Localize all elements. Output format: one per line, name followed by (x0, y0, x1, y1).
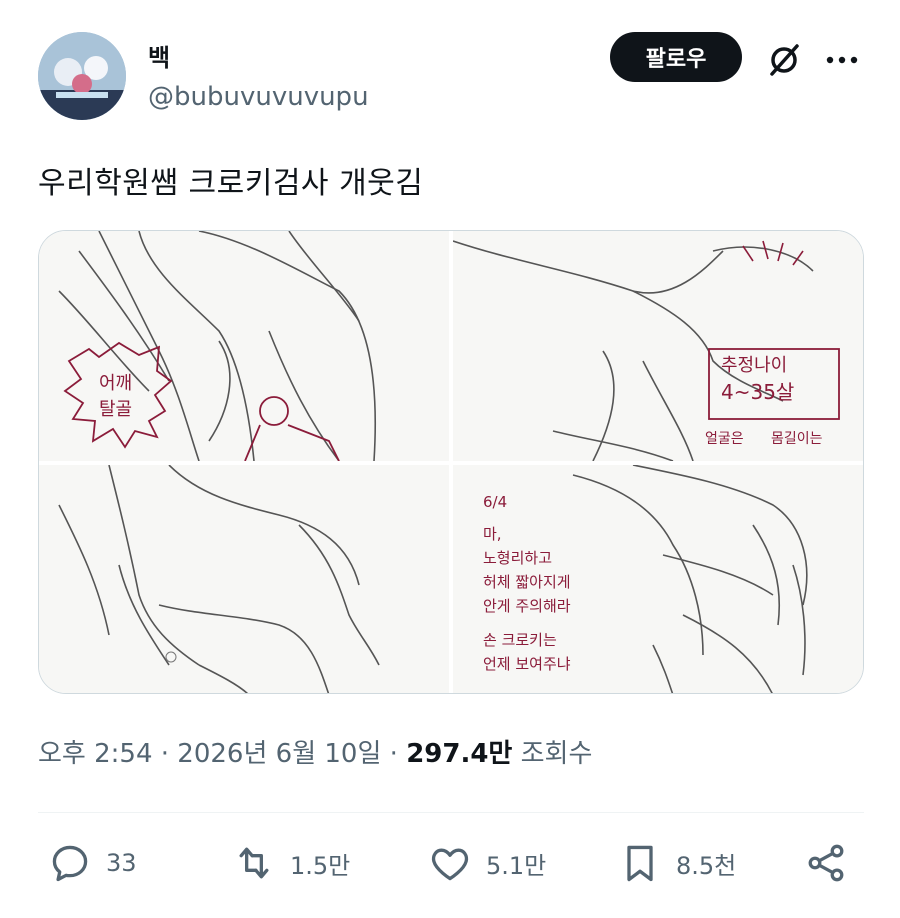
annotation-text: 추정나이 (721, 355, 787, 376)
annotation-text: 탈골 (99, 399, 132, 420)
bookmark-icon (627, 845, 653, 882)
sketch-sitting-drawing (58, 465, 380, 693)
like-count: 5.1만 (486, 851, 547, 880)
media-panel-2[interactable]: 추정나이 4~35살 얼굴은 몸길이는 (453, 231, 863, 461)
annotation-text: 언제 보여주냐 (483, 655, 571, 673)
grok-icon[interactable] (764, 40, 804, 80)
tweet-meta: 오후 2:54 · 2026년 6월 10일 · 297.4만 조회수 (38, 733, 592, 770)
sketch-crouching-drawing: 6/4 마, 노형리하고 허체 짧아지게 안게 주의해라 손 크로키는 언제 보… (483, 465, 808, 693)
sketch-leaning-drawing: 추정나이 4~35살 얼굴은 몸길이는 (453, 240, 840, 461)
annotation-text: 몸길이는 (771, 431, 823, 447)
media-panel-3[interactable] (39, 465, 449, 693)
divider (38, 812, 864, 813)
annotation-text: 손 크로키는 (483, 631, 557, 649)
user-handle[interactable]: @bubuvuvuvupu (148, 82, 369, 112)
media-panel-1[interactable]: 어깨 탈골 (39, 231, 449, 461)
annotation-text: 허체 짧아지게 (483, 573, 571, 591)
retweet-count: 1.5만 (290, 851, 351, 880)
meta-separator: · (389, 739, 398, 769)
views-count[interactable]: 297.4만 (406, 739, 512, 769)
annotation-text: 마, (483, 525, 502, 543)
bookmark-count: 8.5천 (676, 851, 737, 880)
display-name[interactable]: 백 (148, 38, 170, 73)
reply-button[interactable]: 33 (48, 838, 137, 888)
bookmark-button[interactable]: 8.5천 (618, 838, 736, 888)
retweet-icon (239, 847, 269, 879)
follow-button[interactable]: 팔로우 (610, 32, 742, 82)
more-icon[interactable] (822, 40, 862, 80)
tweet-time[interactable]: 오후 2:54 (38, 739, 153, 769)
reply-count: 33 (106, 849, 137, 877)
media-panel-4[interactable]: 6/4 마, 노형리하고 허체 짧아지게 안게 주의해라 손 크로키는 언제 보… (453, 465, 863, 693)
views-label: 조회수 (520, 739, 593, 769)
tweet-date[interactable]: 2026년 6월 10일 (177, 739, 381, 769)
annotation-text: 안게 주의해라 (483, 597, 571, 615)
reply-icon (52, 845, 88, 882)
annotation-text: 노형리하고 (483, 549, 552, 567)
avatar-image (38, 32, 126, 120)
like-icon (431, 848, 469, 881)
annotation-text: 얼굴은 (705, 431, 744, 447)
tweet-media[interactable]: 어깨 탈골 추정나이 4~35살 얼굴은 몸길이는 6/4 마, 노형리하고 허… (38, 230, 864, 694)
annotation-text: 4~35살 (721, 380, 794, 404)
retweet-button[interactable]: 1.5만 (232, 838, 350, 888)
share-button[interactable] (804, 838, 862, 888)
sketch-shoulder-drawing: 어깨 탈골 (58, 231, 377, 461)
avatar[interactable] (38, 32, 126, 120)
share-icon (808, 844, 844, 882)
meta-separator: · (160, 739, 170, 769)
annotation-text: 어깨 (99, 373, 132, 394)
annotation-text: 6/4 (483, 493, 507, 511)
tweet-text: 우리학원쌤 크로키검사 개웃김 (38, 166, 424, 201)
like-button[interactable]: 5.1만 (428, 838, 546, 888)
